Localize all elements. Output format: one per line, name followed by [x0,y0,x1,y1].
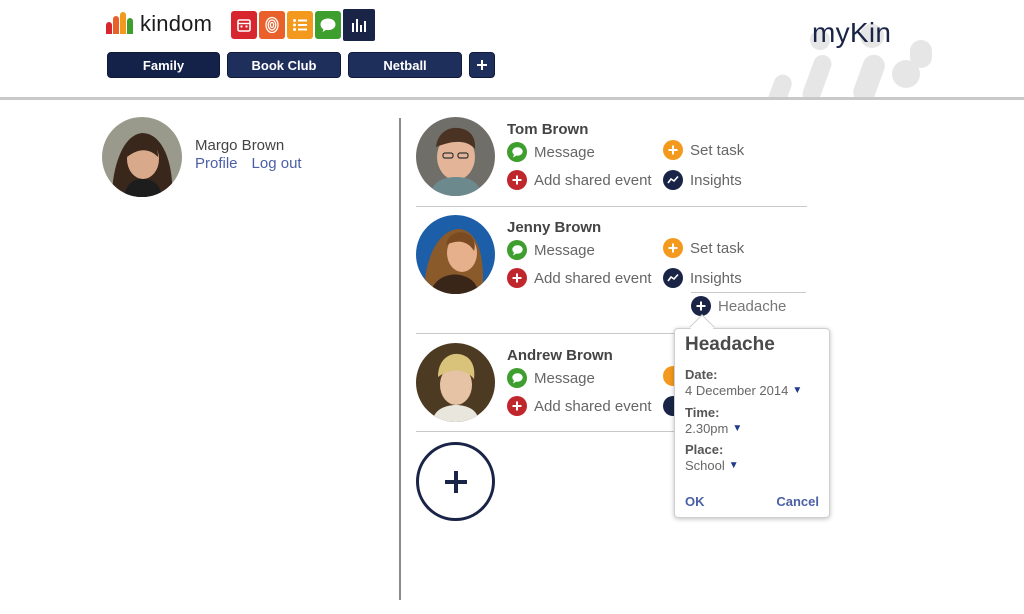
tab-netball[interactable]: Netball [348,52,462,78]
mykin-decorative-figures [766,24,932,98]
member-name: Andrew Brown [507,347,613,364]
tab-label: Family [142,57,185,73]
chat-bubble-icon [507,240,527,260]
tab-label: Book Club [251,57,317,73]
add-member-button[interactable] [416,442,495,521]
avatar[interactable] [416,117,495,196]
column-divider [399,118,401,600]
message-button[interactable]: Message [507,142,595,162]
time-select[interactable]: 2.30pm ▼ [685,421,742,436]
member-name: Jenny Brown [507,219,602,236]
chat-bubble-icon [507,142,527,162]
place-label: Place: [685,442,724,457]
action-label: Add shared event [534,397,652,415]
plus-icon [663,238,683,258]
plus-icon [507,396,527,416]
insight-detail-popover: Headache Date: 4 December 2014 ▼ Time: 2… [674,328,830,518]
action-label: Set task [690,239,745,257]
action-label: Message [534,369,595,387]
chat-bubble-icon [507,368,527,388]
place-value: School [685,458,725,473]
add-shared-event-button[interactable]: Add shared event [507,170,652,190]
member-name: Tom Brown [507,121,589,138]
action-label: Add shared event [534,171,652,189]
date-label: Date: [685,367,718,382]
insight-item-headache[interactable]: Headache [691,296,786,316]
time-value: 2.30pm [685,421,729,436]
member-divider [416,206,807,207]
crown-bars-logo-icon [106,12,134,36]
caret-down-icon: ▼ [732,423,743,434]
set-task-button[interactable]: Set task [663,140,744,160]
trend-line-icon [663,268,683,288]
tab-book-club[interactable]: Book Club [227,52,341,78]
action-label: Message [534,241,595,259]
fingerprint-icon[interactable] [259,11,285,39]
action-label: Add shared event [534,269,652,287]
profile-links: Profile Log out [195,155,302,172]
action-label: Headache [718,297,787,315]
message-button[interactable]: Message [507,368,595,388]
action-label: Message [534,143,595,161]
tab-label: Netball [383,57,427,73]
insights-button[interactable]: Insights [663,170,742,190]
caret-down-icon: ▼ [792,385,803,396]
brand-name: kindom [140,11,213,36]
insights-underline [691,292,806,293]
trend-line-icon [663,170,683,190]
header-divider [0,97,1024,100]
plus-icon [444,470,467,493]
time-label: Time: [685,405,720,420]
mykin-logo[interactable]: myKin [812,17,891,49]
profile-link[interactable]: Profile [195,155,238,172]
popover-title: Headache [685,334,775,355]
place-select[interactable]: School ▼ [685,458,739,473]
cancel-button[interactable]: Cancel [776,494,819,509]
avatar[interactable] [416,343,495,422]
plus-icon [691,296,711,316]
plus-icon [663,140,683,160]
kindom-brand[interactable]: kindom [106,10,212,38]
list-icon[interactable] [287,11,313,39]
message-button[interactable]: Message [507,240,595,260]
chat-bubble-icon[interactable] [315,11,341,39]
avatar[interactable] [102,117,182,197]
add-group-button[interactable] [469,52,495,78]
app-header: kindom Family Book Club Netball myKin [0,0,1024,98]
add-shared-event-button[interactable]: Add shared event [507,268,652,288]
calendar-icon[interactable] [231,11,257,39]
action-label: Insights [690,171,742,189]
avatar[interactable] [416,215,495,294]
tab-family[interactable]: Family [107,52,220,78]
insights-button[interactable]: Insights [663,268,742,288]
action-label: Insights [690,269,742,287]
set-task-button[interactable]: Set task [663,238,744,258]
plus-icon [477,60,487,70]
date-value: 4 December 2014 [685,383,789,398]
logout-link[interactable]: Log out [252,155,302,172]
insights-bars-icon[interactable] [343,9,375,41]
caret-down-icon: ▼ [728,460,739,471]
app-switcher [231,9,375,41]
add-shared-event-button[interactable]: Add shared event [507,396,652,416]
current-user-name: Margo Brown [195,137,285,154]
date-select[interactable]: 4 December 2014 ▼ [685,383,802,398]
ok-button[interactable]: OK [685,494,705,509]
action-label: Set task [690,141,745,159]
plus-icon [507,268,527,288]
plus-icon [507,170,527,190]
group-tabs: Family Book Club Netball [107,52,495,78]
